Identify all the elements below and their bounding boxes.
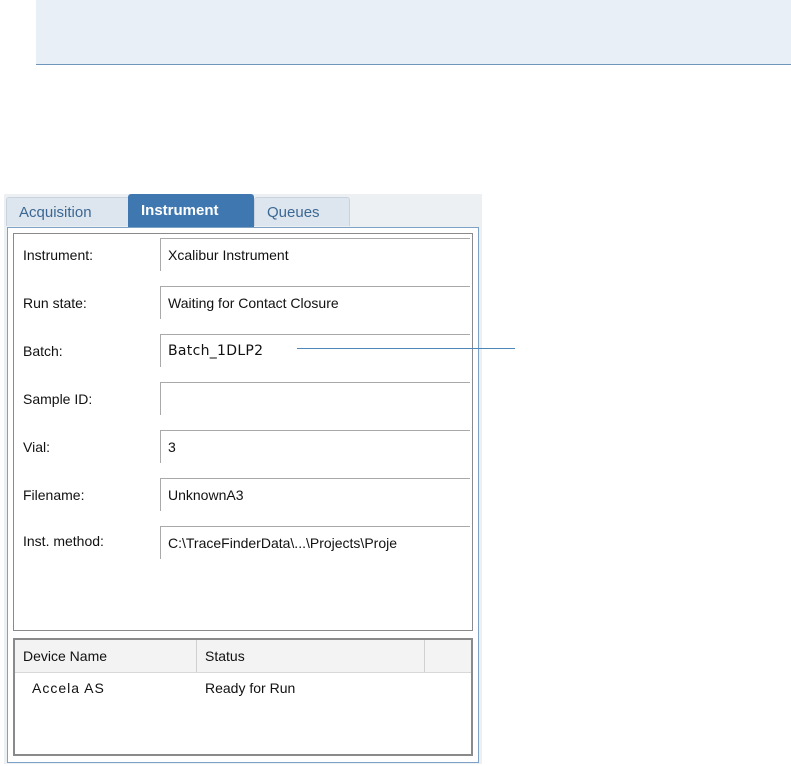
tab-queues[interactable]: Queues	[254, 197, 350, 226]
column-header-empty	[425, 640, 471, 672]
inst-method-field[interactable]: C:\TraceFinderData\...\Projects\Proje	[160, 526, 470, 559]
inst-method-label: Inst. method:	[23, 533, 104, 549]
instrument-status-panel: Acquisition Queues Instrument Instrument…	[4, 194, 482, 764]
tab-acquisition[interactable]: Acquisition	[6, 197, 130, 226]
instrument-row: Instrument: Xcalibur Instrument	[14, 236, 470, 282]
filename-field[interactable]: UnknownA3	[160, 478, 470, 511]
vial-label: Vial:	[23, 439, 50, 455]
sample-id-row: Sample ID:	[14, 380, 470, 426]
instrument-info-form: Instrument: Xcalibur Instrument Run stat…	[13, 233, 473, 631]
tab-bar: Acquisition Queues Instrument	[4, 194, 482, 228]
column-header-status[interactable]: Status	[197, 640, 425, 672]
run-state-field[interactable]: Waiting for Contact Closure	[160, 286, 470, 319]
filename-row: Filename: UnknownA3	[14, 476, 470, 522]
tab-content: Instrument: Xcalibur Instrument Run stat…	[7, 227, 479, 763]
run-state-label: Run state:	[23, 295, 87, 311]
batch-row: Batch: Batch_1DLP2	[14, 332, 470, 378]
batch-label: Batch:	[23, 343, 63, 359]
inst-method-row: Inst. method: C:\TraceFinderData\...\Pro…	[14, 524, 470, 570]
device-status-cell: Ready for Run	[205, 680, 296, 696]
batch-field[interactable]: Batch_1DLP2	[160, 334, 470, 367]
device-name-cell: Accela AS	[32, 680, 105, 696]
run-state-row: Run state: Waiting for Contact Closure	[14, 284, 470, 330]
vial-field[interactable]: 3	[160, 430, 470, 463]
column-header-device-name[interactable]: Device Name	[15, 640, 197, 672]
vial-row: Vial: 3	[14, 428, 470, 474]
device-status-table: Device Name Status Accela AS Ready for R…	[13, 638, 473, 756]
sample-id-label: Sample ID:	[23, 391, 93, 407]
callout-leader-line	[297, 348, 515, 349]
table-header: Device Name Status	[15, 640, 471, 673]
tab-instrument[interactable]: Instrument	[128, 194, 254, 228]
callout-box	[36, 0, 791, 65]
instrument-label: Instrument:	[23, 247, 94, 263]
table-row[interactable]: Accela AS Ready for Run	[15, 674, 471, 702]
sample-id-field[interactable]	[160, 382, 470, 415]
instrument-field[interactable]: Xcalibur Instrument	[160, 238, 470, 271]
filename-label: Filename:	[23, 487, 85, 503]
